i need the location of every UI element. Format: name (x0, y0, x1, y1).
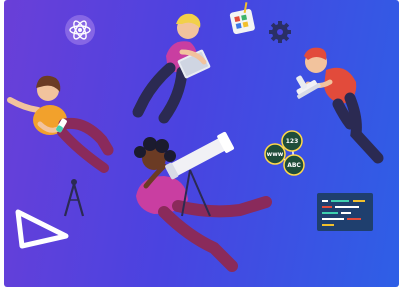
triangle-ruler-icon (15, 209, 69, 249)
graph-node-bottom: ABC (283, 154, 305, 176)
code-editor-icon (317, 193, 373, 231)
graph-node-bottom-label: ABC (287, 162, 301, 169)
graph-node-left: www (264, 143, 286, 165)
graph-node-left-label: www (267, 151, 284, 158)
gear-icon (269, 21, 291, 43)
character-laptop-boy (132, 13, 211, 124)
network-graph: 123 www ABC (264, 130, 305, 176)
paint-palette-icon (229, 2, 255, 35)
illustration-frame: 123 www ABC (0, 0, 403, 289)
character-telescope-girl (134, 131, 272, 272)
illustration-canvas: 123 www ABC (7, 2, 384, 272)
graph-node-top-label: 123 (286, 138, 299, 145)
stem-illustration: 123 www ABC (4, 0, 399, 287)
atom-icon (65, 15, 95, 45)
compass-tool-icon (63, 179, 85, 217)
character-scientist-left (7, 75, 114, 173)
graph-node-top: 123 (281, 130, 303, 152)
microscope-icon (296, 75, 321, 99)
